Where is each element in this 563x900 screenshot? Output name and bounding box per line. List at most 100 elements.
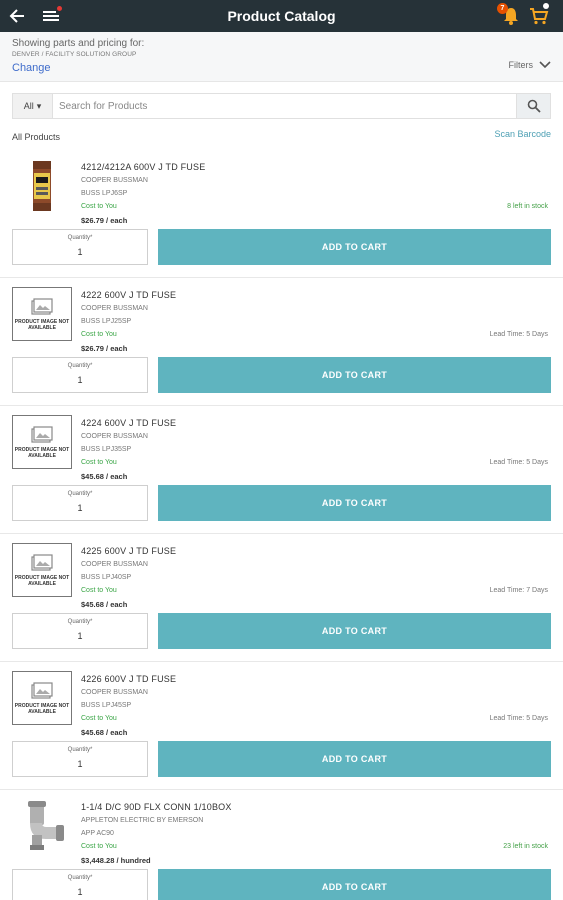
image-icon — [31, 553, 53, 571]
product-part-number: BUSS LPJ25SP — [81, 318, 132, 325]
quantity-label: Quantity* — [67, 363, 93, 369]
add-to-cart-button[interactable]: ADD TO CART — [158, 357, 551, 393]
notification-badge: 7 — [497, 3, 508, 14]
product-name[interactable]: 4212/4212A 600V J TD FUSE — [81, 162, 205, 172]
quantity-field[interactable]: Quantity* 1 — [12, 357, 148, 393]
quantity-value: 1 — [77, 759, 83, 769]
cost-label: Cost to You — [81, 203, 117, 210]
product-price: $45.68 / each — [81, 728, 128, 737]
product-price: $45.68 / each — [81, 600, 128, 609]
quantity-field[interactable]: Quantity* 1 — [12, 485, 148, 521]
quantity-label: Quantity* — [67, 619, 93, 625]
quantity-field[interactable]: Quantity* 1 — [12, 613, 148, 649]
product-price: $3,448.28 / hundred — [81, 856, 151, 865]
category-label: All — [23, 101, 34, 111]
product-card: 4212/4212A 600V J TD FUSE COOPER BUSSMAN… — [0, 150, 563, 278]
filters-label: Filters — [508, 60, 534, 70]
list-heading: All Products — [12, 132, 61, 142]
add-to-cart-button[interactable]: ADD TO CART — [158, 869, 551, 900]
add-to-cart-button[interactable]: ADD TO CART — [158, 741, 551, 777]
quantity-field[interactable]: Quantity* 1 — [12, 869, 148, 900]
product-part-number: APP AC90 — [81, 830, 114, 837]
add-to-cart-button[interactable]: ADD TO CART — [158, 613, 551, 649]
quantity-value: 1 — [77, 375, 83, 385]
product-card: PRODUCT IMAGE NOT AVAILABLE 4226 600V J … — [0, 662, 563, 790]
cart-indicator-dot — [543, 3, 549, 9]
product-name[interactable]: 4224 600V J TD FUSE — [81, 418, 176, 428]
category-select[interactable]: All ▾ — [13, 94, 53, 118]
scan-barcode-link[interactable]: Scan Barcode — [494, 129, 551, 139]
conduit-connector-image[interactable] — [12, 799, 72, 853]
cost-label: Cost to You — [81, 843, 117, 850]
cart-icon[interactable] — [529, 6, 549, 26]
product-price: $45.68 / each — [81, 472, 128, 481]
product-manufacturer: APPLETON ELECTRIC BY EMERSON — [81, 817, 204, 824]
product-card: PRODUCT IMAGE NOT AVAILABLE 4224 600V J … — [0, 406, 563, 534]
product-name[interactable]: 4222 600V J TD FUSE — [81, 290, 176, 300]
availability-status: Lead Time: 7 Days — [489, 587, 548, 594]
no-image-text: PRODUCT IMAGE NOT AVAILABLE — [14, 574, 70, 587]
search-button[interactable] — [516, 94, 550, 118]
add-to-cart-button[interactable]: ADD TO CART — [158, 485, 551, 521]
no-image-text: PRODUCT IMAGE NOT AVAILABLE — [14, 702, 70, 715]
image-placeholder[interactable]: PRODUCT IMAGE NOT AVAILABLE — [12, 415, 72, 469]
app-bar: Product Catalog 7 — [0, 0, 563, 32]
quantity-value: 1 — [77, 247, 83, 257]
availability-status: 8 left in stock — [507, 203, 548, 210]
quantity-field[interactable]: Quantity* 1 — [12, 741, 148, 777]
image-icon — [31, 297, 53, 315]
quantity-value: 1 — [77, 631, 83, 641]
product-name[interactable]: 1-1/4 D/C 90D FLX CONN 1/10BOX — [81, 802, 232, 812]
location-name: DENVER / FACILITY SOLUTION GROUP — [12, 51, 137, 58]
product-part-number: BUSS LPJ6SP — [81, 190, 128, 197]
product-part-number: BUSS LPJ45SP — [81, 702, 132, 709]
product-part-number: BUSS LPJ40SP — [81, 574, 132, 581]
product-price: $26.79 / each — [81, 216, 128, 225]
cost-label: Cost to You — [81, 459, 117, 466]
quantity-value: 1 — [77, 887, 83, 897]
availability-status: Lead Time: 5 Days — [489, 331, 548, 338]
quantity-label: Quantity* — [67, 747, 93, 753]
product-manufacturer: COOPER BUSSMAN — [81, 689, 148, 696]
cost-label: Cost to You — [81, 715, 117, 722]
product-price: $26.79 / each — [81, 344, 128, 353]
quantity-value: 1 — [77, 503, 83, 513]
search-bar: All ▾ — [12, 93, 551, 119]
product-manufacturer: COOPER BUSSMAN — [81, 561, 148, 568]
no-image-text: PRODUCT IMAGE NOT AVAILABLE — [14, 446, 70, 459]
search-icon — [527, 99, 541, 113]
product-card: PRODUCT IMAGE NOT AVAILABLE 4222 600V J … — [0, 278, 563, 406]
chevron-down-icon — [539, 61, 551, 69]
page-title: Product Catalog — [227, 8, 336, 24]
quantity-label: Quantity* — [67, 875, 93, 881]
location-caption: Showing parts and pricing for: — [12, 38, 145, 49]
filters-button[interactable]: Filters — [509, 60, 552, 70]
no-image-text: PRODUCT IMAGE NOT AVAILABLE — [14, 318, 70, 331]
image-placeholder[interactable]: PRODUCT IMAGE NOT AVAILABLE — [12, 543, 72, 597]
image-placeholder[interactable]: PRODUCT IMAGE NOT AVAILABLE — [12, 287, 72, 341]
add-to-cart-button[interactable]: ADD TO CART — [158, 229, 551, 265]
image-icon — [31, 425, 53, 443]
product-card: PRODUCT IMAGE NOT AVAILABLE 4225 600V J … — [0, 534, 563, 662]
availability-status: Lead Time: 5 Days — [489, 715, 548, 722]
product-manufacturer: COOPER BUSSMAN — [81, 305, 148, 312]
fuse-image[interactable] — [12, 159, 72, 213]
change-location-link[interactable]: Change — [12, 62, 51, 74]
availability-status: 23 left in stock — [503, 843, 548, 850]
product-manufacturer: COOPER BUSSMAN — [81, 177, 148, 184]
product-name[interactable]: 4226 600V J TD FUSE — [81, 674, 176, 684]
product-card: 1-1/4 D/C 90D FLX CONN 1/10BOX APPLETON … — [0, 790, 563, 900]
cost-label: Cost to You — [81, 587, 117, 594]
availability-status: Lead Time: 5 Days — [489, 459, 548, 466]
image-icon — [31, 681, 53, 699]
product-name[interactable]: 4225 600V J TD FUSE — [81, 546, 176, 556]
quantity-label: Quantity* — [67, 235, 93, 241]
quantity-field[interactable]: Quantity* 1 — [12, 229, 148, 265]
search-input[interactable] — [53, 94, 516, 118]
product-list: 4212/4212A 600V J TD FUSE COOPER BUSSMAN… — [0, 150, 563, 900]
location-bar: Showing parts and pricing for: DENVER / … — [0, 32, 563, 82]
quantity-label: Quantity* — [67, 491, 93, 497]
product-part-number: BUSS LPJ35SP — [81, 446, 132, 453]
image-placeholder[interactable]: PRODUCT IMAGE NOT AVAILABLE — [12, 671, 72, 725]
caret-down-icon: ▾ — [36, 100, 42, 111]
